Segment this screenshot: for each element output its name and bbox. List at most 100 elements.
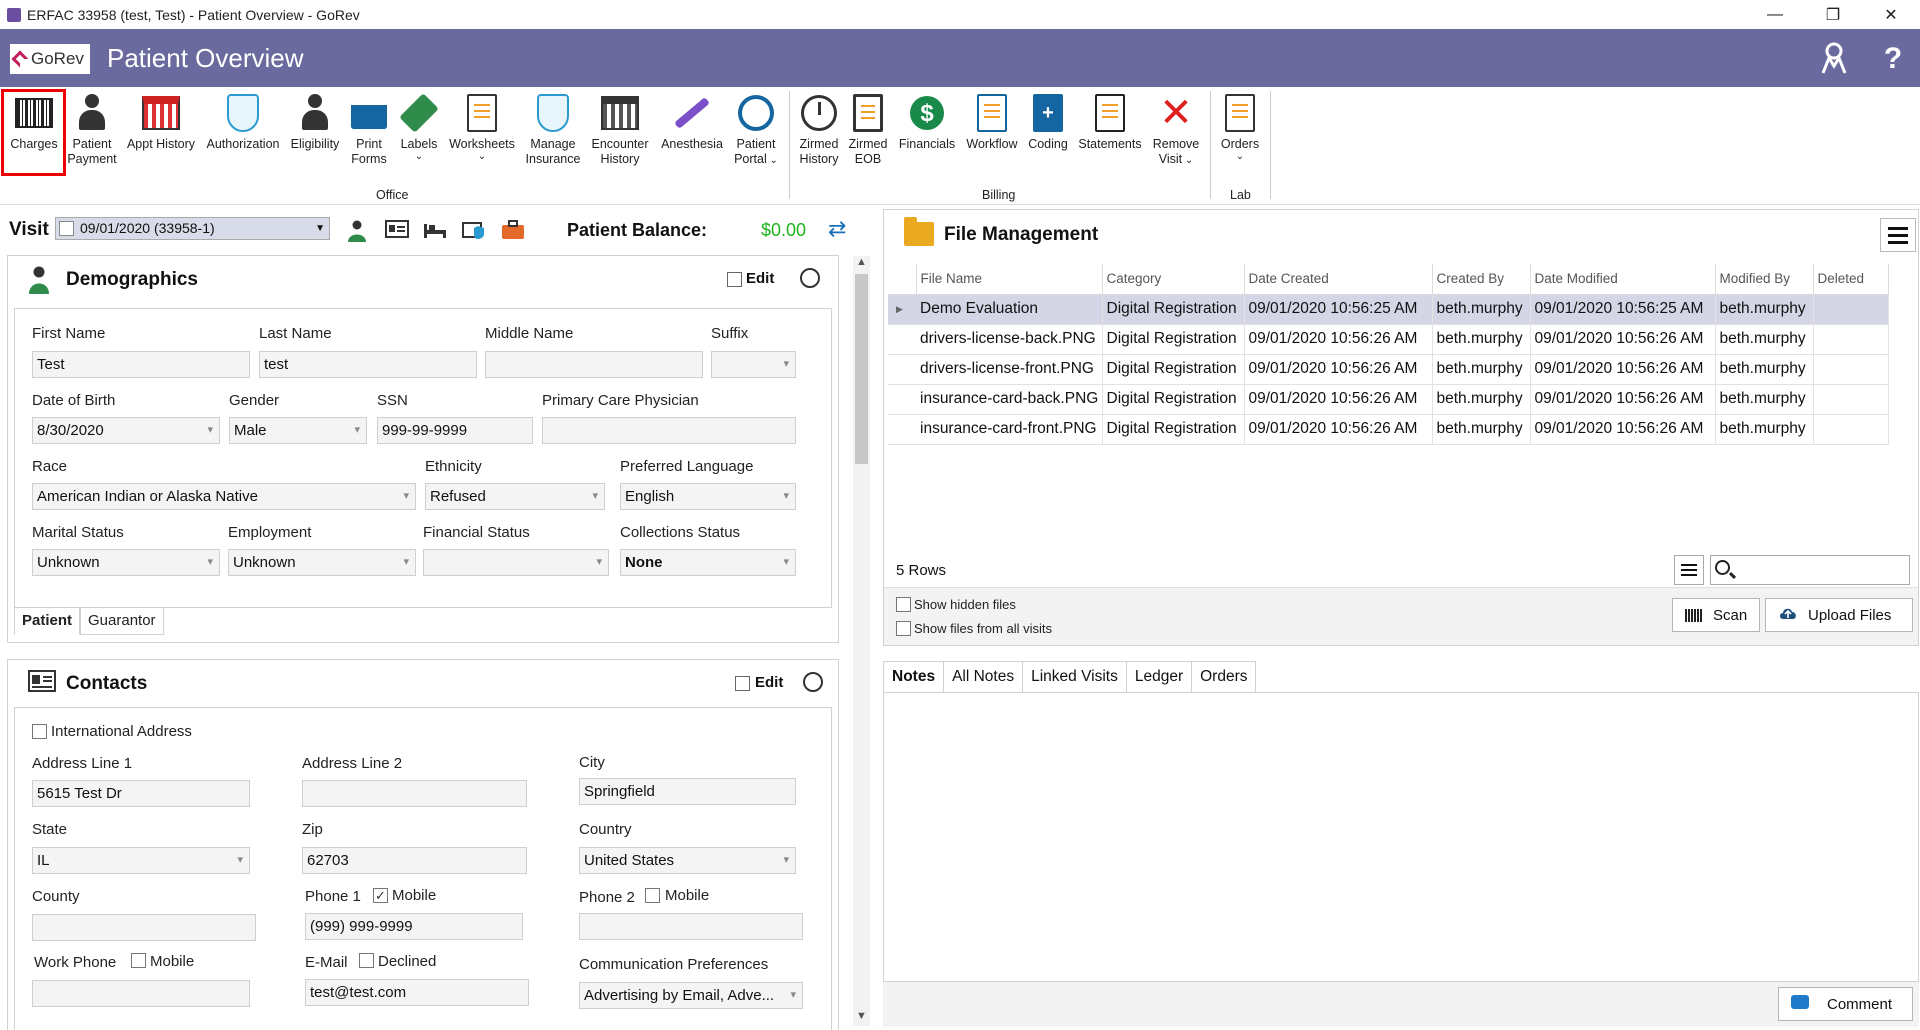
phone-1-mobile-checkbox[interactable]: ✓ <box>373 888 388 903</box>
scroll-thumb[interactable] <box>855 274 868 464</box>
visit-select[interactable]: 09/01/2020 (33958-1) ▼ <box>55 217 330 240</box>
column-header-modified-by[interactable]: Modified By <box>1715 264 1814 295</box>
encounter-history-button[interactable]: Encounter History <box>588 93 652 167</box>
visit-dropdown-icon[interactable]: ▼ <box>315 218 325 239</box>
show-hidden-files-checkbox[interactable] <box>896 597 911 612</box>
patient-person-icon[interactable] <box>344 220 370 242</box>
coding-button[interactable]: + Coding <box>1024 93 1072 152</box>
cell-modified-by[interactable]: beth.murphy <box>1715 294 1814 325</box>
contacts-history-clock-icon[interactable] <box>803 672 823 692</box>
cell-date-created[interactable]: 09/01/2020 10:56:26 AM <box>1244 384 1433 415</box>
cell-created-by[interactable]: beth.murphy <box>1432 384 1531 415</box>
address-line-1-field[interactable]: 5615 Test Dr <box>32 780 250 807</box>
email-declined-checkbox[interactable] <box>359 953 374 968</box>
minimize-button[interactable]: — <box>1746 0 1804 29</box>
left-pane-scrollbar[interactable]: ▲ ▼ <box>853 256 870 1026</box>
cell-date-created[interactable]: 09/01/2020 10:56:26 AM <box>1244 324 1433 355</box>
column-header-file-name[interactable]: File Name <box>916 264 1103 295</box>
table-row[interactable]: drivers-license-back.PNG Digital Registr… <box>888 324 1889 355</box>
state-select[interactable]: IL <box>32 847 250 874</box>
zirmed-eob-button[interactable]: Zirmed EOB <box>846 93 890 167</box>
scan-button[interactable]: Scan <box>1672 598 1760 632</box>
pcp-field[interactable] <box>542 417 796 444</box>
statements-button[interactable]: Statements <box>1074 93 1146 152</box>
cell-category[interactable]: Digital Registration <box>1102 294 1245 325</box>
cell-category[interactable]: Digital Registration <box>1102 324 1245 355</box>
appt-history-button[interactable]: Appt History <box>123 93 199 152</box>
cell-modified-by[interactable]: beth.murphy <box>1715 384 1814 415</box>
tab-ledger[interactable]: Ledger <box>1125 661 1193 693</box>
briefcase-icon[interactable] <box>500 220 526 240</box>
comment-button[interactable]: Comment <box>1778 987 1913 1021</box>
cell-modified-by[interactable]: beth.murphy <box>1715 324 1814 355</box>
tab-patient[interactable]: Patient <box>14 608 81 635</box>
cell-deleted[interactable] <box>1813 294 1889 325</box>
file-search-input[interactable] <box>1710 555 1910 585</box>
address-line-2-field[interactable] <box>302 780 527 807</box>
language-select[interactable]: English <box>620 483 796 510</box>
cell-created-by[interactable]: beth.murphy <box>1432 324 1531 355</box>
tab-guarantor[interactable]: Guarantor <box>80 608 164 635</box>
gender-select[interactable]: Male <box>229 417 367 444</box>
restore-button[interactable]: ❐ <box>1804 0 1862 29</box>
anesthesia-button[interactable]: Anesthesia <box>656 93 728 152</box>
zip-field[interactable]: 62703 <box>302 847 527 874</box>
cell-created-by[interactable]: beth.murphy <box>1432 354 1531 385</box>
zirmed-history-button[interactable]: Zirmed History <box>794 93 844 167</box>
demographics-history-clock-icon[interactable] <box>800 268 820 288</box>
column-chooser-menu-button[interactable] <box>1674 555 1704 585</box>
cell-category[interactable]: Digital Registration <box>1102 354 1245 385</box>
cell-category[interactable]: Digital Registration <box>1102 414 1245 445</box>
help-icon[interactable]: ? <box>1876 42 1910 76</box>
user-menu-icon[interactable] <box>1817 42 1851 76</box>
phone-1-field[interactable]: (999) 999-9999 <box>305 913 523 940</box>
table-row[interactable]: insurance-card-back.PNG Digital Registra… <box>888 384 1889 415</box>
ethnicity-select[interactable]: Refused <box>425 483 605 510</box>
visit-checkbox[interactable] <box>59 221 74 236</box>
country-select[interactable]: United States <box>579 847 796 874</box>
cell-file-name[interactable]: drivers-license-front.PNG <box>916 354 1103 385</box>
cell-file-name[interactable]: insurance-card-front.PNG <box>916 414 1103 445</box>
financial-status-select[interactable] <box>423 549 609 576</box>
ssn-field[interactable]: 999-99-9999 <box>377 417 533 444</box>
manage-insurance-button[interactable]: Manage Insurance <box>522 93 584 167</box>
workflow-button[interactable]: Workflow <box>962 93 1022 152</box>
dob-field[interactable]: 8/30/2020 <box>32 417 220 444</box>
column-header-deleted[interactable]: Deleted <box>1813 264 1889 295</box>
county-field[interactable] <box>32 914 256 941</box>
id-card-icon[interactable] <box>384 220 410 240</box>
financials-button[interactable]: $ Financials <box>895 93 959 152</box>
column-header-category[interactable]: Category <box>1102 264 1245 295</box>
cell-date-created[interactable]: 09/01/2020 10:56:26 AM <box>1244 414 1433 445</box>
cell-category[interactable]: Digital Registration <box>1102 384 1245 415</box>
show-all-visits-checkbox[interactable] <box>896 621 911 636</box>
cell-deleted[interactable] <box>1813 324 1889 355</box>
column-header-created-by[interactable]: Created By <box>1432 264 1531 295</box>
cell-date-modified[interactable]: 09/01/2020 10:56:25 AM <box>1530 294 1716 325</box>
cell-created-by[interactable]: beth.murphy <box>1432 414 1531 445</box>
cell-date-created[interactable]: 09/01/2020 10:56:26 AM <box>1244 354 1433 385</box>
column-header-date-modified[interactable]: Date Modified <box>1530 264 1716 295</box>
collections-status-select[interactable]: None <box>620 549 796 576</box>
cell-modified-by[interactable]: beth.murphy <box>1715 414 1814 445</box>
table-row[interactable]: drivers-license-front.PNG Digital Regist… <box>888 354 1889 385</box>
cell-deleted[interactable] <box>1813 354 1889 385</box>
contacts-edit-checkbox[interactable] <box>735 676 750 691</box>
column-header-date-created[interactable]: Date Created <box>1244 264 1433 295</box>
phone-2-mobile-checkbox[interactable] <box>645 888 660 903</box>
scroll-down-icon[interactable]: ▼ <box>853 1010 870 1026</box>
race-select[interactable]: American Indian or Alaska Native <box>32 483 416 510</box>
middle-name-field[interactable] <box>485 351 703 378</box>
worksheets-button[interactable]: Worksheets ⌄ <box>446 93 518 162</box>
cell-date-modified[interactable]: 09/01/2020 10:56:26 AM <box>1530 414 1716 445</box>
suffix-select[interactable] <box>711 351 796 378</box>
upload-files-button[interactable]: Upload Files <box>1765 598 1913 632</box>
tab-all-notes[interactable]: All Notes <box>943 661 1024 693</box>
patient-portal-button[interactable]: Patient Portal ⌄ <box>730 93 782 167</box>
last-name-field[interactable]: test <box>259 351 477 378</box>
demographics-edit-checkbox[interactable] <box>727 272 742 287</box>
employment-select[interactable]: Unknown <box>228 549 416 576</box>
cell-date-modified[interactable]: 09/01/2020 10:56:26 AM <box>1530 324 1716 355</box>
cell-file-name[interactable]: drivers-license-back.PNG <box>916 324 1103 355</box>
marital-status-select[interactable]: Unknown <box>32 549 220 576</box>
